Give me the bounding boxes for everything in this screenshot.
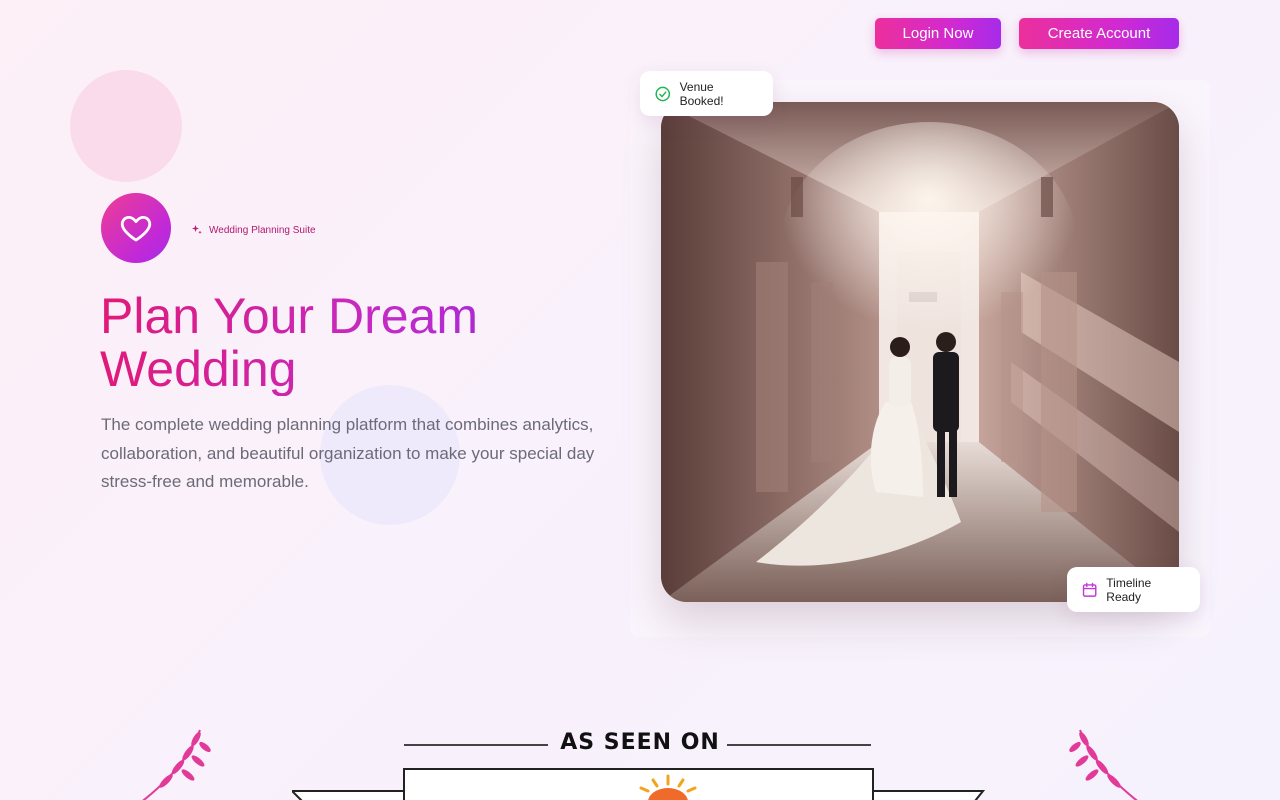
- heart-icon: [120, 215, 152, 242]
- suite-tag: Wedding Planning Suite: [191, 224, 316, 236]
- venue-booked-badge: Venue Booked!: [640, 71, 773, 116]
- logo-badge: [101, 193, 171, 263]
- login-button[interactable]: Login Now: [875, 18, 1001, 49]
- press-banner: [403, 768, 874, 800]
- check-circle-icon: [655, 86, 671, 101]
- wedding-couple-photo: [661, 102, 1179, 602]
- title-line-1: Plan Your Dream: [100, 288, 479, 344]
- ribbon-left: [292, 790, 406, 800]
- ribbon-right: [871, 790, 985, 800]
- calendar-icon: [1082, 582, 1097, 597]
- header-nav: Login Now Create Account: [875, 18, 1179, 49]
- decorative-blob-pink: [70, 70, 182, 182]
- venue-booked-label: Venue Booked!: [679, 79, 724, 108]
- page-title: Plan Your Dream Wedding: [100, 290, 620, 396]
- sunrise-logo-icon: [639, 774, 697, 800]
- suite-tag-label: Wedding Planning Suite: [209, 224, 316, 236]
- as-seen-on-heading: AS SEEN ON: [560, 730, 720, 755]
- timeline-ready-badge: Timeline Ready: [1067, 567, 1200, 612]
- title-line-2: Wedding: [100, 341, 297, 397]
- timeline-ready-label: Timeline Ready: [1106, 575, 1152, 604]
- sparkles-icon: [192, 225, 202, 234]
- create-account-button[interactable]: Create Account: [1019, 18, 1179, 49]
- hero-image: [661, 102, 1179, 602]
- hero-description: The complete wedding planning platform t…: [101, 415, 595, 491]
